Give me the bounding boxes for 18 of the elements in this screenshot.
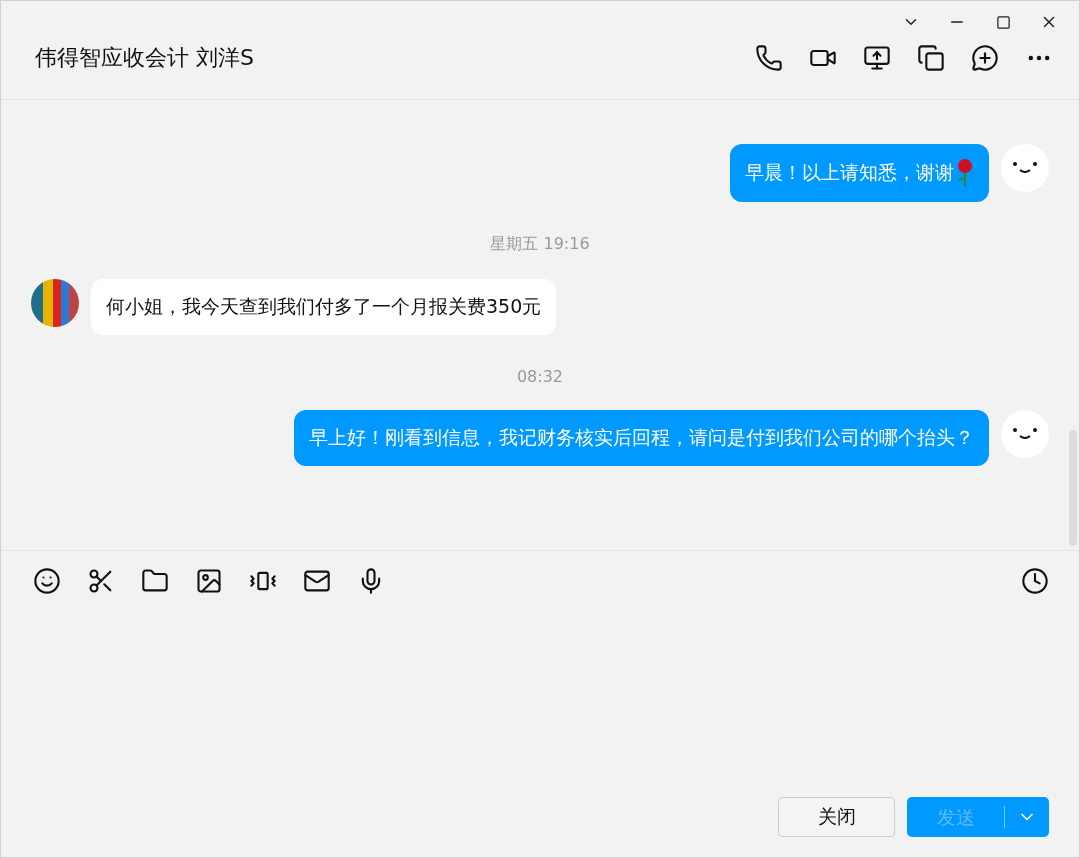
timestamp: 08:32 xyxy=(516,367,564,386)
emoji-icon[interactable] xyxy=(33,567,61,595)
screen-share-icon[interactable] xyxy=(863,44,891,72)
message-bubble: 早上好！刚看到信息，我记财务核实后回程，请问是付到我们公司的哪个抬头？ xyxy=(294,410,989,466)
message-bubble: 早晨！以上请知悉，谢谢 xyxy=(730,144,989,202)
maximize-icon[interactable] xyxy=(995,14,1011,30)
chat-plus-icon[interactable] xyxy=(971,44,999,72)
photo-placeholder xyxy=(31,279,79,327)
image-icon[interactable] xyxy=(195,567,223,595)
window-title: 伟得智应收会计 刘洋S xyxy=(35,44,255,72)
clock-icon[interactable] xyxy=(1021,567,1049,595)
smiley-face-icon xyxy=(1012,427,1038,441)
message-bubble: 何小姐，我今天查到我们付多了一个月报关费350元 xyxy=(91,279,557,335)
smiley-face-icon xyxy=(1012,161,1038,175)
timestamp: 星期五 19:16 xyxy=(490,234,590,255)
close-button[interactable]: 关闭 xyxy=(778,797,895,837)
screens-icon[interactable] xyxy=(917,44,945,72)
phone-icon[interactable] xyxy=(755,44,783,72)
